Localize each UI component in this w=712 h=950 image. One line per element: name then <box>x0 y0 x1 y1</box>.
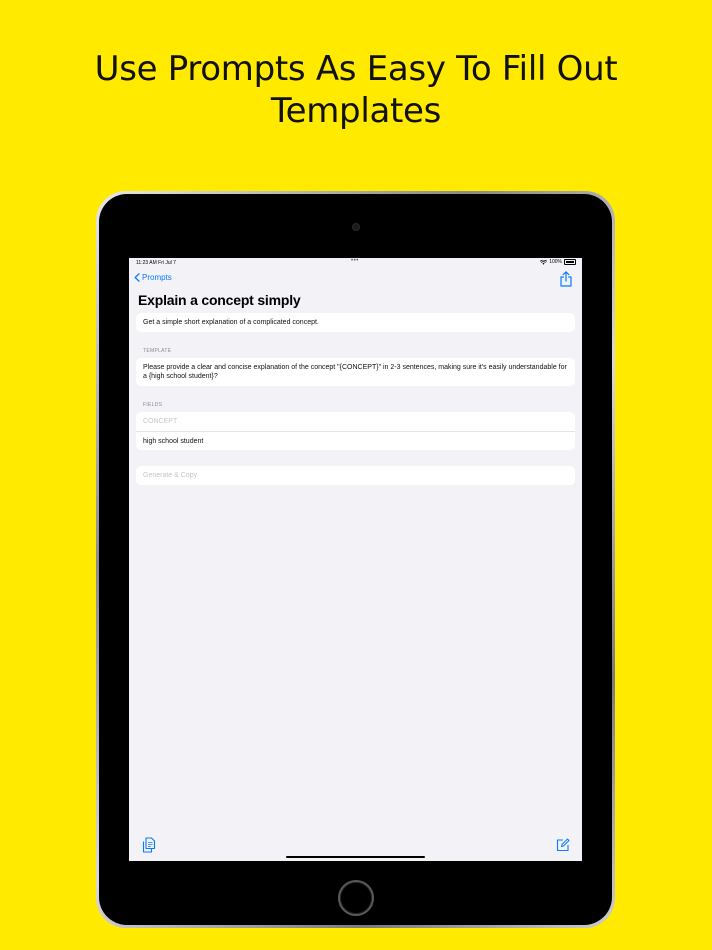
description-field[interactable]: Get a simple short explanation of a comp… <box>136 313 575 332</box>
battery-icon <box>564 259 576 265</box>
back-button-label: Prompts <box>142 273 172 282</box>
status-bar: 11:23 AM Fri Jul 7 ••• 100% <box>129 258 582 267</box>
copy-documents-icon[interactable] <box>142 837 156 853</box>
fields-section-label: FIELDS <box>143 402 163 408</box>
concept-field[interactable]: CONCEPT <box>136 412 575 431</box>
share-icon[interactable] <box>559 271 573 287</box>
multitasking-dots[interactable]: ••• <box>351 258 359 264</box>
status-right: 100% <box>540 259 576 265</box>
status-time: 11:23 AM Fri Jul 7 <box>136 260 176 266</box>
compose-icon[interactable] <box>556 838 570 852</box>
generate-copy-button[interactable]: Generate & Copy <box>136 466 575 485</box>
home-button[interactable] <box>338 880 374 916</box>
back-button[interactable]: Prompts <box>134 273 172 282</box>
navigation-bar: Prompts <box>129 270 582 288</box>
app-screen: 11:23 AM Fri Jul 7 ••• 100% Prompts Expl… <box>129 258 582 861</box>
battery-percent: 100% <box>549 259 562 265</box>
headline: Use Prompts As Easy To Fill Out Template… <box>0 48 712 132</box>
page-title: Explain a concept simply <box>138 292 301 308</box>
wifi-icon <box>540 259 548 265</box>
fields-group: CONCEPT high school student <box>136 412 575 450</box>
headline-line-1: Use Prompts As Easy To Fill Out <box>94 49 618 89</box>
chevron-left-icon <box>134 273 140 282</box>
audience-field[interactable]: high school student <box>136 431 575 450</box>
headline-line-2: Templates <box>270 91 442 131</box>
home-indicator[interactable] <box>286 855 425 858</box>
template-text-field[interactable]: Please provide a clear and concise expla… <box>136 358 575 386</box>
front-camera <box>352 223 360 231</box>
template-section-label: TEMPLATE <box>143 348 172 354</box>
